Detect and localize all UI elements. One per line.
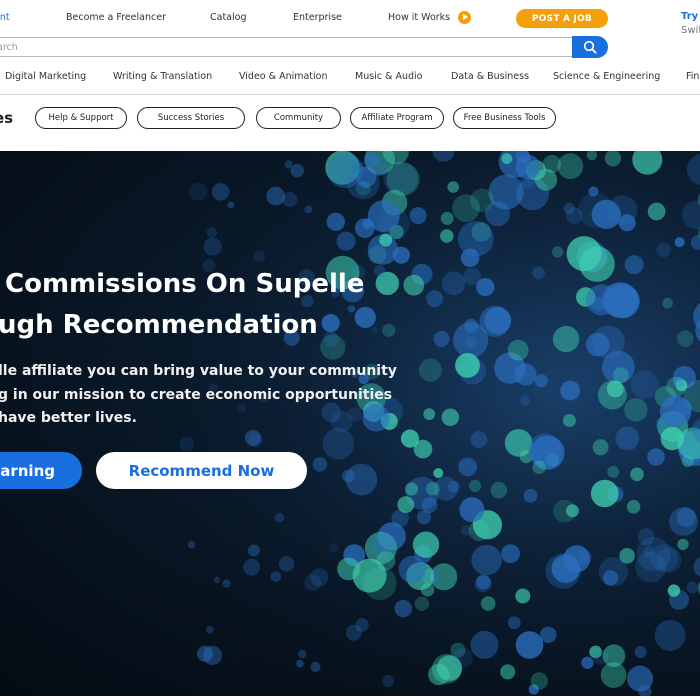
category-data-business[interactable]: Data & Business — [451, 71, 529, 82]
hero-paragraph-line-3: have better lives. — [0, 410, 137, 426]
category-finance-clipped[interactable]: Fina — [686, 71, 700, 82]
recommend-now-button[interactable]: Recommend Now — [96, 452, 307, 489]
try-link[interactable]: Try — [681, 11, 698, 22]
pill-success-stories[interactable]: Success Stories — [137, 107, 245, 129]
page-bottom-edge — [0, 696, 700, 700]
search-button[interactable] — [572, 36, 608, 58]
nav-catalog[interactable]: Catalog — [210, 12, 246, 23]
hero-banner: Commissions On Supelle ugh Recommendatio… — [0, 151, 700, 696]
play-circle-icon — [458, 11, 472, 24]
sub-navigation: es Help & Support Success Stories Commun… — [0, 95, 700, 150]
search-bar — [0, 37, 574, 57]
category-digital-marketing[interactable]: Digital Marketing — [5, 71, 86, 82]
search-input[interactable] — [0, 38, 557, 56]
top-navigation: ent Become a Freelancer Catalog Enterpri… — [0, 0, 700, 36]
category-science-engineering[interactable]: Science & Engineering — [553, 71, 660, 82]
hero-headline-line-2: ugh Recommendation — [0, 310, 318, 340]
nav-how-it-works[interactable]: How it Works — [388, 11, 472, 24]
pill-affiliate-program[interactable]: Affiliate Program — [350, 107, 444, 129]
nav-become-freelancer[interactable]: Become a Freelancer — [66, 12, 166, 23]
category-music-audio[interactable]: Music & Audio — [355, 71, 422, 82]
nav-enterprise[interactable]: Enterprise — [293, 12, 342, 23]
start-earning-button[interactable]: Earning — [0, 452, 82, 489]
search-icon — [583, 40, 597, 54]
section-title: es — [0, 109, 14, 127]
pill-free-business-tools[interactable]: Free Business Tools — [453, 107, 556, 129]
pill-help-support[interactable]: Help & Support — [35, 107, 127, 129]
pill-community[interactable]: Community — [256, 107, 341, 129]
how-it-works-label: How it Works — [388, 12, 451, 23]
hero-headline-line-1: Commissions On Supelle — [5, 269, 365, 299]
hero-paragraph-line-1: lle affiliate you can bring value to you… — [0, 363, 397, 379]
category-writing-translation[interactable]: Writing & Translation — [113, 71, 212, 82]
category-bar: Digital Marketing Writing & Translation … — [0, 64, 700, 92]
category-video-animation[interactable]: Video & Animation — [239, 71, 328, 82]
nav-link-clipped[interactable]: ent — [0, 12, 10, 23]
hero-paragraph-line-2: g in our mission to create economic oppo… — [0, 387, 393, 403]
swift-text: Swif — [681, 25, 700, 36]
post-a-job-button[interactable]: POST A JOB — [516, 9, 608, 28]
